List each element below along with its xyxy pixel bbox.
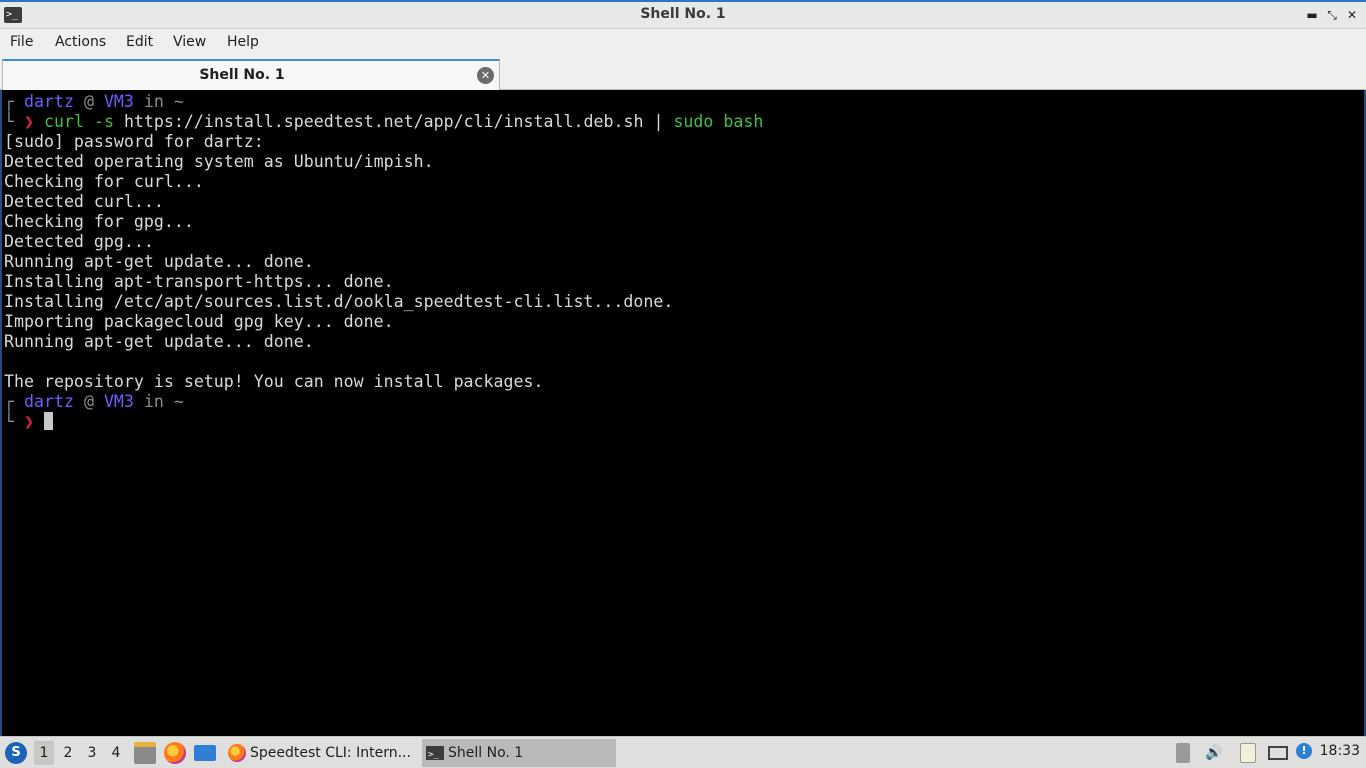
close-button[interactable]: ✕ xyxy=(1344,6,1360,24)
prompt-in: in xyxy=(143,392,164,411)
volume-icon[interactable]: 🔊 xyxy=(1204,743,1224,763)
input-line[interactable]: └ ❯ xyxy=(4,412,53,432)
output-line: Importing packagecloud gpg key... done. xyxy=(4,312,394,331)
cmd-pipe: | xyxy=(653,112,664,131)
output-line: Detected curl... xyxy=(4,192,164,211)
desktop-3-button[interactable]: 3 xyxy=(82,741,102,765)
output-line: Running apt-get update... done. xyxy=(4,332,314,351)
prompt-at: @ xyxy=(83,392,94,411)
task-button-shell[interactable]: >_ Shell No. 1 xyxy=(422,739,616,767)
task-label: Speedtest CLI: Intern... xyxy=(250,745,411,761)
clipboard-tray-icon[interactable] xyxy=(1176,743,1190,763)
tab-close-icon[interactable]: ✕ xyxy=(477,67,494,84)
window-titlebar[interactable]: >_ Shell No. 1 ▬ ⤡ ✕ xyxy=(0,0,1366,29)
cmd-sudo: sudo bash xyxy=(673,112,764,131)
prompt-dir: ~ xyxy=(173,92,184,111)
tab-shell-1[interactable]: Shell No. 1 ✕ xyxy=(2,59,500,90)
output-line: Installing apt-transport-https... done. xyxy=(4,272,394,291)
clock[interactable]: 18:33 xyxy=(1320,743,1360,759)
output-line: Checking for curl... xyxy=(4,172,204,191)
window-title: Shell No. 1 xyxy=(640,6,726,22)
command-line: └ ❯ curl -s https://install.speedtest.ne… xyxy=(4,112,764,131)
prompt-host: VM3 xyxy=(103,392,134,411)
taskbar: S 1 2 3 4 Speedtest CLI: Intern... >_ Sh… xyxy=(0,736,1366,768)
prompt-line: ┌ dartz @ VM3 in ~ xyxy=(4,392,184,411)
prompt-arrow-icon: ❯ xyxy=(23,112,34,131)
menu-bar: File Actions Edit View Help xyxy=(0,29,1366,57)
desktop-4-button[interactable]: 4 xyxy=(106,741,126,765)
output-line: Detected gpg... xyxy=(4,232,154,251)
notes-tray-icon[interactable] xyxy=(1240,743,1256,763)
show-desktop-icon[interactable] xyxy=(194,745,216,761)
prompt-user: dartz xyxy=(23,92,74,111)
start-menu-icon[interactable]: S xyxy=(5,742,27,764)
prompt-arrow-icon: ❯ xyxy=(23,412,34,431)
firefox-icon xyxy=(228,744,246,762)
output-line: Running apt-get update... done. xyxy=(4,252,314,271)
output-line: Detected operating system as Ubuntu/impi… xyxy=(4,152,434,171)
output-line: Checking for gpg... xyxy=(4,212,194,231)
task-label: Shell No. 1 xyxy=(448,745,524,761)
output-line: Installing /etc/apt/sources.list.d/ookla… xyxy=(4,292,674,311)
prompt-user: dartz xyxy=(23,392,74,411)
network-monitor-icon[interactable] xyxy=(1268,746,1288,760)
menu-file[interactable]: File xyxy=(10,34,33,50)
menu-edit[interactable]: Edit xyxy=(126,34,153,50)
minimize-button[interactable]: ▬ xyxy=(1304,6,1320,24)
menu-view[interactable]: View xyxy=(173,34,206,50)
output-line: [sudo] password for dartz: xyxy=(4,132,264,151)
text-cursor xyxy=(43,412,53,430)
desktop-2-button[interactable]: 2 xyxy=(58,741,78,765)
terminal-icon: >_ xyxy=(426,746,444,760)
terminal-area[interactable]: ┌ dartz @ VM3 in ~ └ ❯ curl -s https://i… xyxy=(0,90,1366,736)
prompt-host: VM3 xyxy=(103,92,134,111)
cmd-flag: -s xyxy=(93,112,114,131)
tab-bar: Shell No. 1 ✕ xyxy=(0,57,1366,90)
desktop-1-button[interactable]: 1 xyxy=(34,741,54,765)
maximize-button[interactable]: ⤡ xyxy=(1324,6,1340,24)
prompt-dir: ~ xyxy=(173,392,184,411)
firefox-launcher-icon[interactable] xyxy=(164,742,186,764)
tab-label: Shell No. 1 xyxy=(199,67,285,83)
file-manager-icon[interactable] xyxy=(134,742,156,764)
cmd-curl: curl xyxy=(43,112,84,131)
output-line: The repository is setup! You can now ins… xyxy=(4,372,544,391)
menu-help[interactable]: Help xyxy=(227,34,259,50)
cmd-url: https://install.speedtest.net/app/cli/in… xyxy=(123,112,644,131)
menu-actions[interactable]: Actions xyxy=(55,34,106,50)
notification-icon[interactable]: ! xyxy=(1296,743,1312,759)
prompt-in: in xyxy=(143,92,164,111)
prompt-at: @ xyxy=(83,92,94,111)
task-button-firefox[interactable]: Speedtest CLI: Intern... xyxy=(224,739,418,767)
prompt-line: ┌ dartz @ VM3 in ~ xyxy=(4,92,184,111)
